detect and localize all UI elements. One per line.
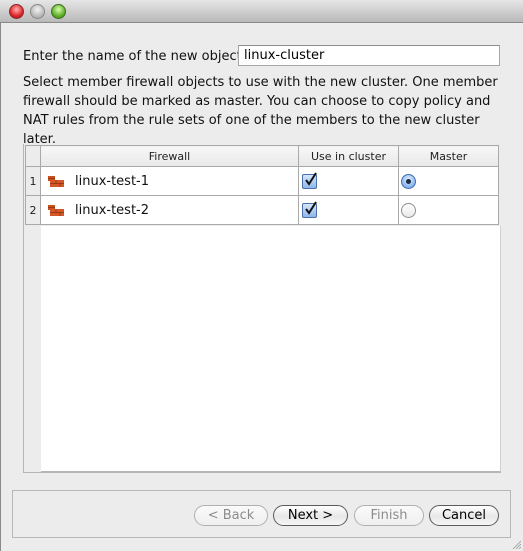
row-number: 2 xyxy=(25,195,41,225)
window-border xyxy=(0,22,1,551)
column-header-master[interactable]: Master xyxy=(398,145,499,167)
master-radio[interactable] xyxy=(401,202,416,218)
column-header-firewall[interactable]: Firewall xyxy=(40,145,299,167)
minimize-window-button[interactable] xyxy=(30,4,45,19)
column-header-use-in-cluster[interactable]: Use in cluster xyxy=(298,145,399,167)
object-name-label: Enter the name of the new object xyxy=(23,49,242,64)
firewall-name: linux-test-1 xyxy=(75,173,150,189)
instructions-text: Select member firewall objects to use wi… xyxy=(23,75,498,147)
checkmark-icon xyxy=(305,200,317,215)
row-number: 1 xyxy=(25,166,41,196)
corner-header xyxy=(25,145,41,167)
resize-grip-icon[interactable] xyxy=(511,539,521,549)
use-in-cluster-checkbox[interactable] xyxy=(302,200,317,218)
table-row[interactable]: 2 linux-test-2 xyxy=(25,195,499,225)
firewall-icon xyxy=(48,176,64,187)
title-bar xyxy=(0,0,523,23)
back-button[interactable]: < Back xyxy=(194,505,268,526)
firewall-cell[interactable]: linux-test-2 xyxy=(40,195,299,225)
next-button[interactable]: Next > xyxy=(273,505,348,526)
cancel-button[interactable]: Cancel xyxy=(429,505,499,526)
checkmark-icon xyxy=(305,171,317,186)
members-table-empty-area xyxy=(41,226,501,472)
finish-button[interactable]: Finish xyxy=(354,505,424,526)
use-in-cluster-checkbox[interactable] xyxy=(302,171,317,189)
object-name-input[interactable] xyxy=(238,45,500,66)
use-in-cluster-cell xyxy=(298,166,399,196)
firewall-cell[interactable]: linux-test-1 xyxy=(40,166,299,196)
firewall-name: linux-test-2 xyxy=(75,202,150,218)
members-table: Firewall Use in cluster Master 1 linux-t xyxy=(25,145,499,225)
use-in-cluster-cell xyxy=(298,195,399,225)
master-cell xyxy=(398,195,499,225)
master-radio[interactable] xyxy=(401,173,416,189)
close-window-button[interactable] xyxy=(9,4,24,19)
firewall-icon xyxy=(48,205,64,216)
zoom-window-button[interactable] xyxy=(51,4,66,19)
table-header-row: Firewall Use in cluster Master xyxy=(25,145,499,167)
table-row[interactable]: 1 linux-test-1 xyxy=(25,166,499,196)
master-cell xyxy=(398,166,499,196)
